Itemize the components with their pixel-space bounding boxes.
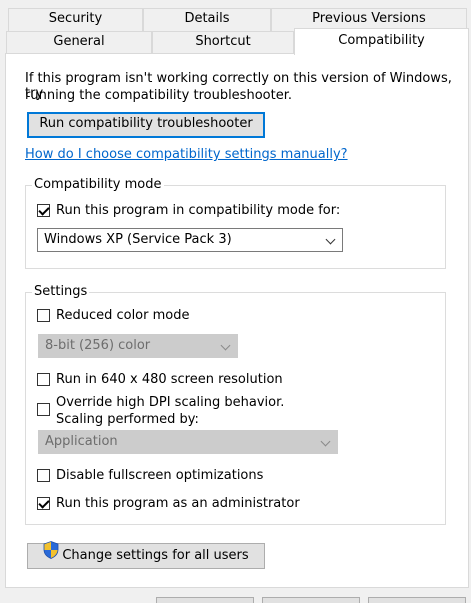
cancel-button-edge[interactable] bbox=[262, 597, 360, 603]
fullscreen-row[interactable]: Disable fullscreen optimizations bbox=[37, 467, 263, 484]
dpi-label-line1: Override high DPI scaling behavior. bbox=[56, 395, 285, 410]
dpi-row[interactable]: Override high DPI scaling behavior. Scal… bbox=[37, 394, 284, 428]
apply-button-edge[interactable] bbox=[368, 597, 466, 603]
settings-group: Settings Reduced color mode 8-bit (256) … bbox=[25, 283, 446, 525]
uac-shield-icon bbox=[43, 541, 59, 567]
change-settings-all-users-button[interactable]: Change settings for all users bbox=[27, 541, 265, 569]
tab-details[interactable]: Details bbox=[143, 8, 271, 32]
tab-security[interactable]: Security bbox=[8, 8, 143, 32]
admin-checkbox[interactable] bbox=[37, 497, 50, 510]
tab-general[interactable]: General bbox=[6, 31, 152, 54]
dpi-scaling-value: Application bbox=[45, 434, 118, 449]
compatibility-panel: If this program isn't working correctly … bbox=[5, 53, 469, 588]
fullscreen-checkbox[interactable] bbox=[37, 469, 50, 482]
tab-compatibility[interactable]: Compatibility bbox=[294, 28, 469, 55]
color-depth-select: 8-bit (256) color bbox=[38, 334, 238, 358]
reduced-color-row[interactable]: Reduced color mode bbox=[37, 307, 189, 324]
chevron-down-icon bbox=[220, 340, 231, 351]
compat-mode-label: Run this program in compatibility mode f… bbox=[56, 203, 341, 218]
compat-mode-checkbox-row[interactable]: Run this program in compatibility mode f… bbox=[37, 202, 340, 219]
dpi-scaling-select: Application bbox=[38, 430, 338, 454]
chevron-down-icon bbox=[325, 234, 336, 245]
settings-title: Settings bbox=[32, 283, 90, 301]
intro-text-line2: running the compatibility troubleshooter… bbox=[25, 88, 292, 103]
compat-mode-checkbox[interactable] bbox=[37, 204, 50, 217]
dpi-label: Override high DPI scaling behavior. Scal… bbox=[56, 394, 284, 428]
resolution-label: Run in 640 x 480 screen resolution bbox=[56, 372, 283, 387]
run-troubleshooter-button[interactable]: Run compatibility troubleshooter bbox=[27, 112, 265, 138]
change-settings-label: Change settings for all users bbox=[62, 548, 249, 563]
admin-label: Run this program as an administrator bbox=[56, 496, 300, 511]
tab-shortcut[interactable]: Shortcut bbox=[152, 31, 294, 54]
os-version-select[interactable]: Windows XP (Service Pack 3) bbox=[37, 228, 343, 252]
dpi-label-line2: Scaling performed by: bbox=[56, 412, 199, 427]
resolution-row[interactable]: Run in 640 x 480 screen resolution bbox=[37, 371, 283, 388]
color-depth-value: 8-bit (256) color bbox=[45, 338, 151, 353]
admin-row[interactable]: Run this program as an administrator bbox=[37, 495, 300, 512]
compatibility-mode-title: Compatibility mode bbox=[32, 176, 164, 194]
manual-settings-link[interactable]: How do I choose compatibility settings m… bbox=[25, 147, 348, 162]
os-version-value: Windows XP (Service Pack 3) bbox=[44, 232, 232, 247]
fullscreen-label: Disable fullscreen optimizations bbox=[56, 468, 264, 483]
dpi-checkbox[interactable] bbox=[37, 403, 50, 416]
ok-button-edge[interactable] bbox=[156, 597, 254, 603]
reduced-color-label: Reduced color mode bbox=[56, 308, 190, 323]
resolution-checkbox[interactable] bbox=[37, 373, 50, 386]
compatibility-mode-group: Compatibility mode Run this program in c… bbox=[25, 176, 446, 269]
reduced-color-checkbox[interactable] bbox=[37, 309, 50, 322]
chevron-down-icon bbox=[320, 436, 331, 447]
